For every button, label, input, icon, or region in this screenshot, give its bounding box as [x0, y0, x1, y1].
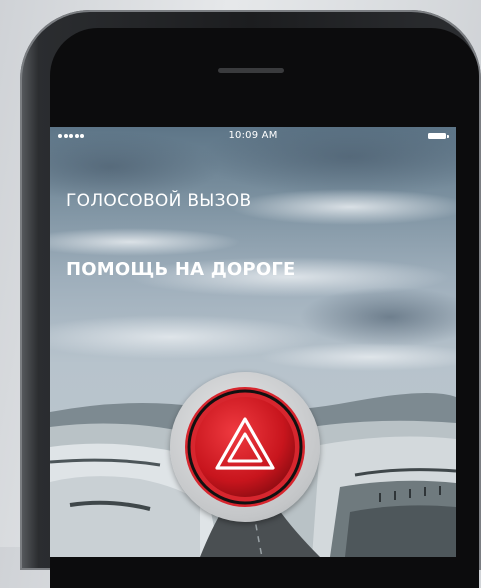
status-time: 10:09 AM — [228, 130, 278, 141]
battery-icon — [428, 133, 449, 139]
status-bar: 10:09 AM — [50, 127, 456, 147]
emergency-call-button[interactable] — [170, 372, 320, 522]
app-screen: 10:09 AM ГОЛОСОВОЙ ВЫЗОВ ПОМОЩЬ НА ДОРОГ… — [50, 127, 456, 557]
earpiece-speaker — [218, 68, 284, 73]
voice-call-label[interactable]: ГОЛОСОВОЙ ВЫЗОВ — [66, 191, 251, 211]
roadside-assistance-label: ПОМОЩЬ НА ДОРОГЕ — [66, 259, 296, 280]
hazard-warning-triangle-icon — [185, 387, 305, 507]
